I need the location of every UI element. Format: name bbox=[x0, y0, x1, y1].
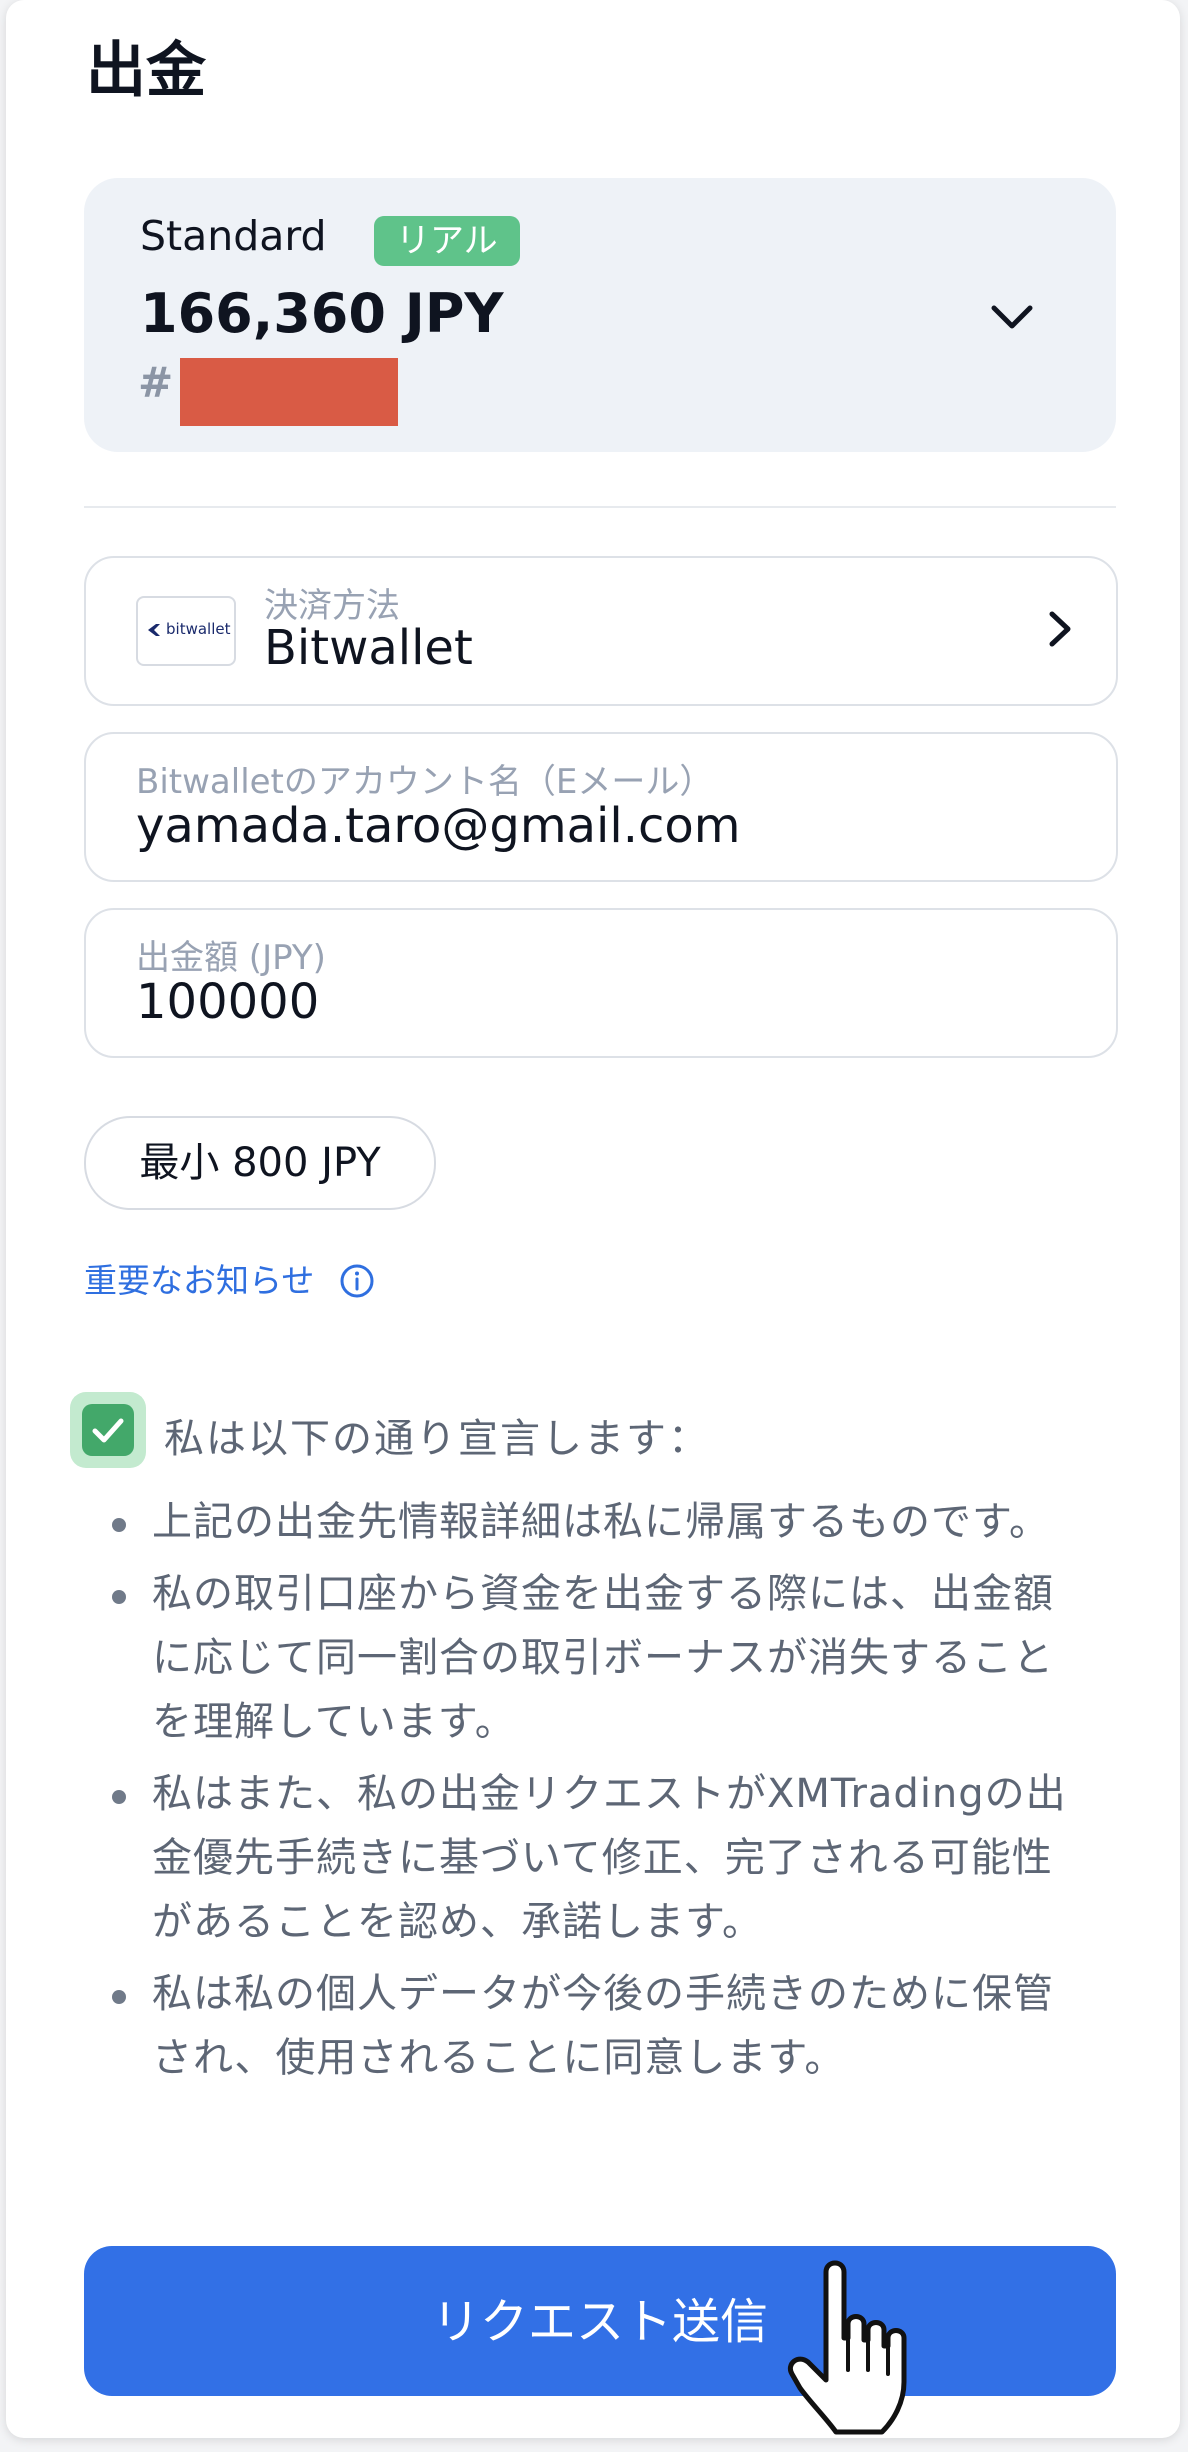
account-selector[interactable]: Standard リアル 166,360 JPY # bbox=[84, 178, 1116, 452]
list-item: 私はまた、私の出金リクエストがXMTradingの出金優先手続きに基づいて修正、… bbox=[102, 1762, 1092, 1954]
bullet-dot bbox=[112, 1790, 126, 1804]
email-field[interactable]: Bitwalletのアカウント名（Eメール） yamada.taro@gmail… bbox=[84, 732, 1118, 882]
min-amount-chip[interactable]: 最小 800 JPY bbox=[84, 1116, 436, 1210]
list-item: 私の取引口座から資金を出金する際には、出金額に応じて同一割合の取引ボーナスが消失… bbox=[102, 1562, 1092, 1754]
logo-text: bitwallet bbox=[166, 620, 231, 638]
account-number-redaction bbox=[180, 358, 398, 426]
declaration-list: 上記の出金先情報詳細は私に帰属するものです。 私の取引口座から資金を出金する際に… bbox=[102, 1490, 1092, 2098]
declaration-checkbox[interactable] bbox=[70, 1392, 146, 1468]
list-item-text: 私は私の個人データが今後の手続きのために保管され、使用されることに同意します。 bbox=[152, 1971, 1054, 2081]
payment-method-value: Bitwallet bbox=[264, 620, 473, 676]
list-item-text: 私の取引口座から資金を出金する際には、出金額に応じて同一割合の取引ボーナスが消失… bbox=[152, 1571, 1054, 1745]
account-badge: リアル bbox=[374, 216, 520, 266]
amount-field-value[interactable]: 100000 bbox=[136, 974, 319, 1030]
bullet-dot bbox=[112, 1990, 126, 2004]
amount-field[interactable]: 出金額 (JPY) 100000 bbox=[84, 908, 1118, 1058]
account-number-prefix: # bbox=[138, 358, 174, 407]
list-item: 上記の出金先情報詳細は私に帰属するものです。 bbox=[102, 1490, 1092, 1554]
submit-request-button[interactable]: リクエスト送信 bbox=[84, 2246, 1116, 2396]
page-title: 出金 bbox=[86, 36, 206, 106]
hand-pointer-icon bbox=[788, 2260, 907, 2435]
check-icon bbox=[92, 1418, 124, 1443]
email-field-value[interactable]: yamada.taro@gmail.com bbox=[136, 798, 741, 854]
payment-method-selector[interactable]: bitwallet 決済方法 Bitwallet bbox=[84, 556, 1118, 706]
chevron-right-icon bbox=[1049, 611, 1071, 647]
declaration-label: 私は以下の通り宣言します： bbox=[164, 1416, 710, 1462]
bitwallet-logo: bitwallet bbox=[136, 596, 236, 666]
list-item-text: 私はまた、私の出金リクエストがXMTradingの出金優先手続きに基づいて修正、… bbox=[152, 1771, 1067, 1945]
list-item-text: 上記の出金先情報詳細は私に帰属するものです。 bbox=[152, 1499, 1050, 1545]
divider bbox=[84, 506, 1116, 508]
info-icon[interactable] bbox=[338, 1262, 376, 1300]
email-field-label: Bitwalletのアカウント名（Eメール） bbox=[136, 762, 714, 802]
account-type: Standard bbox=[140, 212, 327, 260]
withdrawal-card: 出金 Standard リアル 166,360 JPY # bitwallet … bbox=[6, 0, 1180, 2438]
important-notice-link[interactable]: 重要なお知らせ bbox=[84, 1254, 314, 1302]
bullet-dot bbox=[112, 1590, 126, 1604]
chevron-down-icon[interactable] bbox=[984, 288, 1040, 344]
list-item: 私は私の個人データが今後の手続きのために保管され、使用されることに同意します。 bbox=[102, 1962, 1092, 2090]
account-balance: 166,360 JPY bbox=[140, 282, 504, 345]
checkbox-box[interactable] bbox=[82, 1404, 134, 1456]
bullet-dot bbox=[112, 1518, 126, 1532]
amount-field-label: 出金額 (JPY) bbox=[136, 938, 326, 978]
bitwallet-logo-mark-icon bbox=[148, 624, 160, 636]
